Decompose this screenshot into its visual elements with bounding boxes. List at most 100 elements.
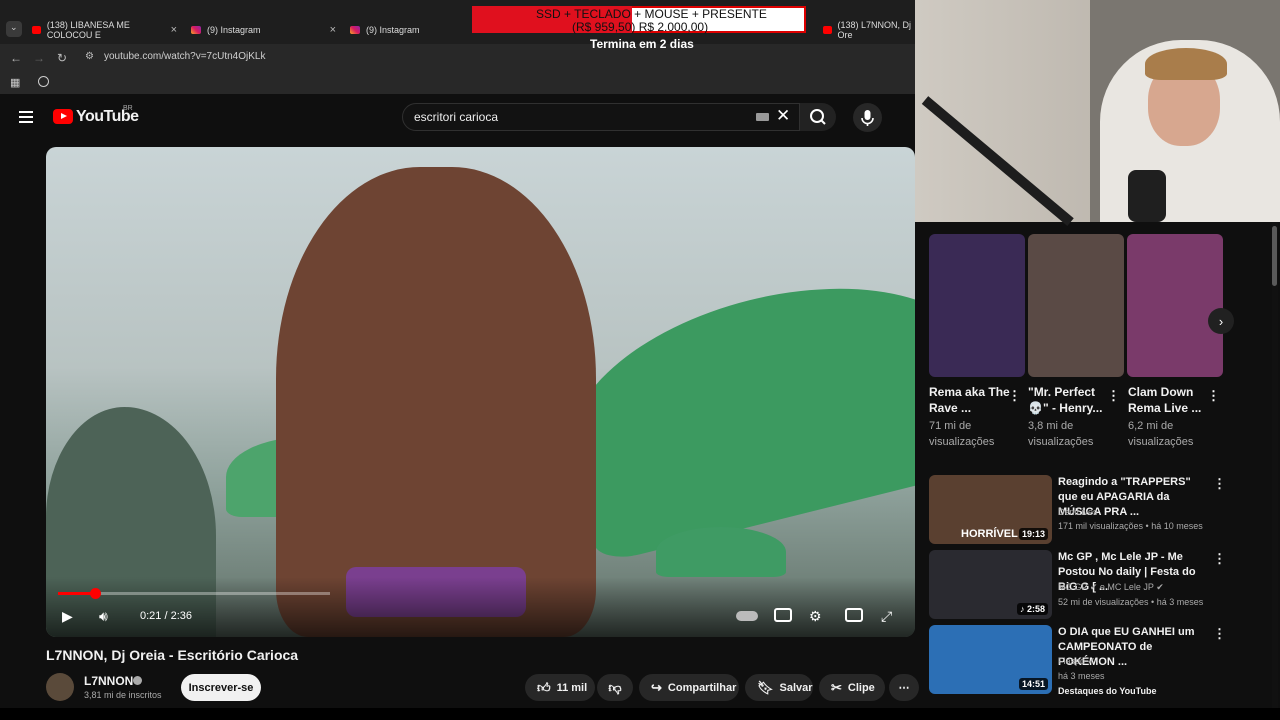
close-tab-icon[interactable]: × [171,24,177,36]
hamburger-menu-icon[interactable] [19,111,33,126]
volume-icon[interactable]: 🔊︎ [99,608,108,625]
close-tab-icon[interactable]: × [330,24,336,36]
more-actions-button[interactable]: ⋯ [889,674,919,701]
short-title[interactable]: Clam Down Rema Live ... [1128,384,1212,416]
share-button[interactable]: ↪ Compartilhar [639,674,739,701]
video-title: L7NNON, Dj Oreia - Escritório Carioca [46,647,299,663]
microphone-icon [861,110,874,126]
chevron-down-icon: ⌄ [10,22,18,32]
miniplayer-icon[interactable] [845,608,863,622]
progress-scrubber[interactable] [89,588,101,599]
fullscreen-icon[interactable]: ⤢ [881,608,892,625]
short-views: 3,8 mi de visualizações [1028,420,1094,448]
thumbs-down-icon: 👎︎ [608,679,622,695]
channel-name[interactable]: Fiaspo ✔ [1058,656,1095,667]
voice-search-button[interactable] [853,103,882,132]
channel-name[interactable]: DeniLives [1058,507,1098,517]
tab-1[interactable]: (138) LIBANESA ME COLOCOU E × [32,20,177,40]
kebab-menu-icon[interactable]: ⋮ [1008,388,1021,404]
url-text[interactable]: youtube.com/watch?v=7cUtn4OjKLk [104,51,265,62]
short-thumbnail-2[interactable] [1028,234,1124,377]
apps-grid-icon[interactable]: ▦ [10,76,20,89]
verified-icon [133,676,142,685]
globe-icon[interactable] [38,76,49,87]
subscribe-button[interactable]: Inscrever-se [181,674,261,701]
more-icon: ⋯ [898,682,910,694]
microphone [1128,170,1166,222]
thumbnail-overlay-text: HORRÍVEL [961,528,1018,540]
share-label: Compartilhar [667,681,737,694]
search-button[interactable] [800,103,836,131]
scrollbar[interactable] [1272,222,1278,720]
clear-search-icon[interactable]: ✕ [776,106,790,126]
share-icon: ↪ [651,679,662,695]
channel-name[interactable]: MC GP ✔ e MC Lele JP ✔ [1058,582,1164,593]
like-count: 11 mil [556,681,588,694]
short-title[interactable]: Rema aka The Rave ... [929,384,1013,416]
kebab-menu-icon[interactable]: ⋮ [1213,626,1226,642]
short-thumbnail-1[interactable] [929,234,1025,377]
channel-name[interactable]: L7NNON [84,674,133,688]
reload-icon[interactable]: ↻ [57,51,67,65]
tab-3[interactable]: (9) Instagram [350,20,460,40]
time-display: 0:21 / 2:36 [140,610,192,622]
kebab-menu-icon[interactable]: ⋮ [1213,551,1226,567]
tab-title: (138) LIBANESA ME COLOCOU E [46,20,130,40]
like-button[interactable]: 👍︎ 11 mil [525,674,595,701]
video-meta: 52 mi de visualizações • há 3 meses [1058,597,1204,607]
scissors-icon: ✂ [831,679,842,695]
bookmarks-bar [0,72,915,94]
instagram-favicon-icon [191,26,201,34]
search-query[interactable]: escritori carioca [414,110,498,124]
video-meta: há 3 meses [1058,671,1105,681]
duration-badge: 19:13 [1018,528,1048,540]
channel-avatar[interactable] [46,673,74,701]
video-thumbnail[interactable]: HORRÍVEL 19:13 [929,475,1052,544]
kebab-menu-icon[interactable]: ⋮ [1213,476,1226,492]
shorts-next-button[interactable]: › [1208,308,1234,334]
taskbar-strip [0,708,1280,720]
video-player[interactable] [46,147,915,637]
settings-icon[interactable]: ⚙ [809,608,822,625]
promo-line-2: (R$ 959,50) R$ 2.000,00) [572,20,709,34]
save-button[interactable]: 🔖︎ Salvar [745,674,813,701]
tab-2[interactable]: (9) Instagram × [191,20,336,40]
autoplay-toggle[interactable] [736,611,758,621]
keyboard-icon[interactable] [756,113,769,121]
save-label: Salvar [779,681,813,694]
back-icon[interactable]: ← [10,51,22,65]
streamer-hair [1145,48,1227,80]
kebab-menu-icon[interactable]: ⋮ [1207,388,1220,404]
forward-icon[interactable]: → [33,51,45,65]
youtube-logo-icon[interactable] [53,109,73,124]
short-title[interactable]: "Mr. Perfect 💀" - Henry... [1028,384,1112,416]
tab-4[interactable]: (138) L7NNON, Dj Ore [823,20,915,40]
short-views: 71 mi de visualizações [929,420,995,448]
play-icon[interactable]: ▶ [62,608,73,625]
subscriber-count: 3,81 mi de inscritos [84,690,162,700]
short-views: 6,2 mi de visualizações [1128,420,1194,448]
site-info-icon[interactable]: ⚙ [85,51,94,62]
dislike-button[interactable]: 👎︎ [597,674,633,701]
country-code: BR [123,105,133,112]
tab-title: (9) Instagram [366,25,420,35]
duration-badge: 14:51 [1018,678,1048,690]
scrollbar-thumb[interactable] [1272,226,1277,286]
duration-badge: ♪ 2:58 [1016,603,1048,615]
youtube-favicon-icon [32,26,41,34]
promo-ends-text: Termina em 2 dias [590,37,694,51]
search-icon [810,109,826,125]
kebab-menu-icon[interactable]: ⋮ [1107,388,1120,404]
clip-label: Clipe [847,681,875,694]
video-meta: 171 mil visualizações • há 10 meses [1058,521,1203,531]
subtitles-icon[interactable] [774,608,792,622]
instagram-favicon-icon [350,26,360,34]
youtube-favicon-icon [823,26,832,34]
video-thumbnail[interactable]: ♪ 2:58 [929,550,1052,619]
clip-button[interactable]: ✂ Clipe [819,674,885,701]
short-thumbnail-3[interactable] [1127,234,1223,377]
tab-title: (138) L7NNON, Dj Ore [837,20,912,40]
tab-title: (9) Instagram [207,25,261,35]
video-umbrella [656,527,786,577]
video-thumbnail[interactable]: 14:51 [929,625,1052,694]
